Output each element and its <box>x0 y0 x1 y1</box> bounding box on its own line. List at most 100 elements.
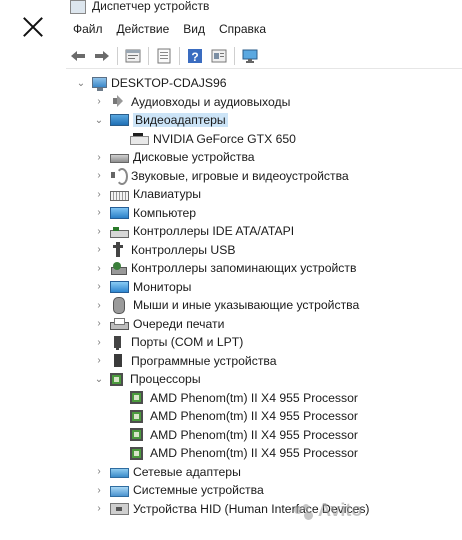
computer-icon <box>92 76 107 91</box>
cpu-icon <box>130 446 143 460</box>
system-icon <box>110 486 129 497</box>
chevron-right-icon[interactable]: › <box>94 170 104 181</box>
tree-item-label: Очереди печати <box>133 316 225 331</box>
tree-item-label: AMD Phenom(tm) II X4 955 Processor <box>150 390 358 405</box>
cpu-icon <box>110 372 123 386</box>
menu-help[interactable]: Справка <box>212 20 273 42</box>
chevron-down-icon[interactable]: ⌄ <box>94 374 104 385</box>
tree-item-display-adapters[interactable]: ⌄ Видеоадаптеры <box>94 111 228 129</box>
tree-item-system[interactable]: › Системные устройства <box>94 481 264 499</box>
device-manager-icon <box>70 0 86 14</box>
list-icon[interactable] <box>154 46 174 66</box>
tree-item-keyboards[interactable]: › Клавиатуры <box>94 185 201 203</box>
tree-item-label: NVIDIA GeForce GTX 650 <box>153 131 296 146</box>
cpu-icon <box>130 428 143 441</box>
chevron-right-icon[interactable]: › <box>94 207 104 218</box>
storage-icon <box>110 261 127 276</box>
root-label: DESKTOP-CDAJS96 <box>111 76 227 90</box>
tree-item-label: Порты (COM и LPT) <box>131 335 244 349</box>
network-icon <box>110 468 129 478</box>
tree-item-label: AMD Phenom(tm) II X4 955 Processor <box>150 446 358 460</box>
tree-item-cpu[interactable]: AMD Phenom(tm) II X4 955 Processor <box>130 407 358 425</box>
tree-item-processors[interactable]: ⌄ Процессоры <box>94 370 201 388</box>
back-icon[interactable] <box>68 46 88 66</box>
tree-item-label: Видеоадаптеры <box>133 113 228 127</box>
toolbar-separator <box>148 47 149 65</box>
chevron-right-icon[interactable]: › <box>94 244 104 255</box>
tree-item-label: Клавиатуры <box>133 187 201 201</box>
menu-bar: Файл Действие Вид Справка <box>66 20 462 42</box>
forward-icon[interactable] <box>92 46 112 66</box>
chevron-down-icon[interactable]: ⌄ <box>94 115 104 126</box>
tree-item-label: Компьютер <box>133 205 197 220</box>
disk-icon <box>110 154 129 163</box>
chevron-down-icon[interactable]: ⌄ <box>76 78 86 89</box>
chevron-right-icon[interactable]: › <box>94 152 104 163</box>
keyboard-icon <box>110 191 129 201</box>
software-icon <box>110 353 127 368</box>
chevron-right-icon[interactable]: › <box>94 281 104 292</box>
menu-file[interactable]: Файл <box>66 20 110 42</box>
tree-item-mice[interactable]: › Мыши и иные указывающие устройства <box>94 296 359 314</box>
tree-item-label: Аудиовходы и аудиовыходы <box>131 94 291 109</box>
menu-action[interactable]: Действие <box>110 20 177 42</box>
help-icon[interactable]: ? <box>185 46 205 66</box>
computer-icon <box>110 206 129 219</box>
chevron-right-icon[interactable]: › <box>94 300 104 311</box>
chevron-right-icon[interactable]: › <box>94 96 104 107</box>
menu-view[interactable]: Вид <box>176 20 212 42</box>
tree-item-disks[interactable]: › Дисковые устройства <box>94 148 255 166</box>
chevron-right-icon[interactable]: › <box>94 318 104 329</box>
tree-item-sound[interactable]: › Звуковые, игровые и видеоустройства <box>94 167 349 185</box>
tree-item-label: Процессоры <box>130 372 201 386</box>
tree-item-label: Мониторы <box>133 279 192 294</box>
tree-item-monitors[interactable]: › Мониторы <box>94 278 191 296</box>
chevron-right-icon[interactable]: › <box>94 226 104 237</box>
tree-item-ide[interactable]: › Контроллеры IDE ATA/ATAPI <box>94 222 294 240</box>
tree-item-label: Системные устройства <box>133 483 264 497</box>
tree-item-computer[interactable]: › Компьютер <box>94 204 196 222</box>
sound-icon <box>110 168 128 185</box>
tree-item-label: Звуковые, игровые и видеоустройства <box>131 168 349 183</box>
chevron-right-icon[interactable]: › <box>94 337 104 348</box>
tree-item-gpu[interactable]: NVIDIA GeForce GTX 650 <box>130 130 296 148</box>
tree-item-print-queues[interactable]: › Очереди печати <box>94 315 224 333</box>
chevron-right-icon[interactable]: › <box>94 503 104 514</box>
tree-item-cpu[interactable]: AMD Phenom(tm) II X4 955 Processor <box>130 426 358 444</box>
ide-icon <box>110 226 129 238</box>
tree-item-storage[interactable]: › Контроллеры запоминающих устройств <box>94 259 356 277</box>
chevron-right-icon[interactable]: › <box>94 189 104 200</box>
view-icon[interactable] <box>209 46 229 66</box>
chevron-right-icon[interactable]: › <box>94 263 104 274</box>
title-bar: Диспетчер устройств <box>66 0 462 14</box>
chevron-right-icon[interactable]: › <box>94 355 104 366</box>
display-adapter-icon <box>110 114 129 126</box>
toolbar: ? <box>66 44 462 69</box>
tree-root[interactable]: ⌄ DESKTOP-CDAJS96 <box>76 74 227 92</box>
tree-item-cpu[interactable]: AMD Phenom(tm) II X4 955 Processor <box>130 389 358 407</box>
tree-item-software-devices[interactable]: › Программные устройства <box>94 352 276 370</box>
chevron-right-icon[interactable]: › <box>94 485 104 496</box>
toolbar-separator <box>179 47 180 65</box>
usb-icon <box>110 242 127 257</box>
tree-item-cpu[interactable]: AMD Phenom(tm) II X4 955 Processor <box>130 444 358 462</box>
toolbar-separator <box>117 47 118 65</box>
cpu-icon <box>130 391 143 404</box>
port-icon <box>110 335 127 350</box>
tree-item-network[interactable]: › Сетевые адаптеры <box>94 463 241 481</box>
monitor-icon[interactable] <box>240 46 260 66</box>
tree-item-ports[interactable]: › Порты (COM и LPT) <box>94 333 243 351</box>
tree-item-usb[interactable]: › Контроллеры USB <box>94 241 235 259</box>
svg-text:?: ? <box>191 50 198 64</box>
tree-item-label: Контроллеры запоминающих устройств <box>131 261 357 275</box>
gpu-icon <box>130 133 149 145</box>
tree-item-audio[interactable]: › Аудиовходы и аудиовыходы <box>94 93 290 111</box>
close-icon[interactable] <box>22 16 44 38</box>
chevron-right-icon[interactable]: › <box>94 466 104 477</box>
properties-icon[interactable] <box>123 46 143 66</box>
tree-item-label: Дисковые устройства <box>133 150 255 164</box>
cpu-icon <box>130 409 143 423</box>
mouse-icon <box>113 296 125 314</box>
avito-logo-icon <box>294 504 316 520</box>
toolbar-separator <box>234 47 235 65</box>
